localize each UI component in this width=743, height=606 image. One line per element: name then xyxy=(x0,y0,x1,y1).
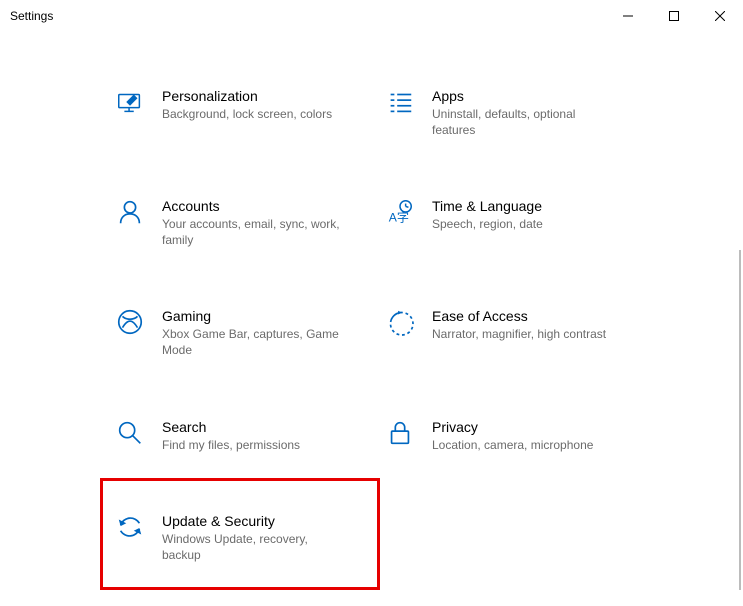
titlebar: Settings xyxy=(0,0,743,32)
category-desc: Narrator, magnifier, high contrast xyxy=(432,327,606,343)
category-desc: Uninstall, defaults, optional features xyxy=(432,107,612,138)
category-title: Time & Language xyxy=(432,198,543,214)
category-desc: Xbox Game Bar, captures, Game Mode xyxy=(162,327,342,358)
category-title: Privacy xyxy=(432,419,593,435)
category-search[interactable]: Search Find my files, permissions xyxy=(110,413,360,458)
category-title: Gaming xyxy=(162,308,342,324)
category-desc: Find my files, permissions xyxy=(162,438,300,454)
category-desc: Windows Update, recovery, backup xyxy=(162,532,342,563)
category-accounts[interactable]: Accounts Your accounts, email, sync, wor… xyxy=(110,192,360,252)
gaming-icon xyxy=(114,306,146,338)
category-title: Apps xyxy=(432,88,612,104)
category-title: Accounts xyxy=(162,198,342,214)
category-personalization[interactable]: Personalization Background, lock screen,… xyxy=(110,82,360,142)
category-desc: Your accounts, email, sync, work, family xyxy=(162,217,342,248)
scrollbar-thumb[interactable] xyxy=(739,250,741,590)
settings-content: Personalization Background, lock screen,… xyxy=(0,32,743,567)
category-ease-of-access[interactable]: Ease of Access Narrator, magnifier, high… xyxy=(380,302,640,362)
minimize-button[interactable] xyxy=(605,0,651,32)
category-update-security[interactable]: Update & Security Windows Update, recove… xyxy=(110,507,360,567)
close-button[interactable] xyxy=(697,0,743,32)
category-desc: Speech, region, date xyxy=(432,217,543,233)
category-title: Search xyxy=(162,419,300,435)
update-security-icon xyxy=(114,511,146,543)
category-desc: Location, camera, microphone xyxy=(432,438,593,454)
category-time-language[interactable]: A字 Time & Language Speech, region, date xyxy=(380,192,640,252)
svg-text:A字: A字 xyxy=(389,210,409,225)
category-apps[interactable]: Apps Uninstall, defaults, optional featu… xyxy=(380,82,640,142)
category-gaming[interactable]: Gaming Xbox Game Bar, captures, Game Mod… xyxy=(110,302,360,362)
search-icon xyxy=(114,417,146,449)
categories-grid: Personalization Background, lock screen,… xyxy=(110,82,683,567)
category-desc: Background, lock screen, colors xyxy=(162,107,332,123)
category-title: Ease of Access xyxy=(432,308,606,324)
category-title: Personalization xyxy=(162,88,332,104)
privacy-icon xyxy=(384,417,416,449)
accounts-icon xyxy=(114,196,146,228)
scrollbar[interactable] xyxy=(738,250,742,600)
apps-icon xyxy=(384,86,416,118)
window-title: Settings xyxy=(10,9,53,23)
window-controls xyxy=(605,0,743,32)
category-title: Update & Security xyxy=(162,513,342,529)
ease-of-access-icon xyxy=(384,306,416,338)
time-language-icon: A字 xyxy=(384,196,416,228)
personalization-icon xyxy=(114,86,146,118)
category-privacy[interactable]: Privacy Location, camera, microphone xyxy=(380,413,640,458)
maximize-button[interactable] xyxy=(651,0,697,32)
